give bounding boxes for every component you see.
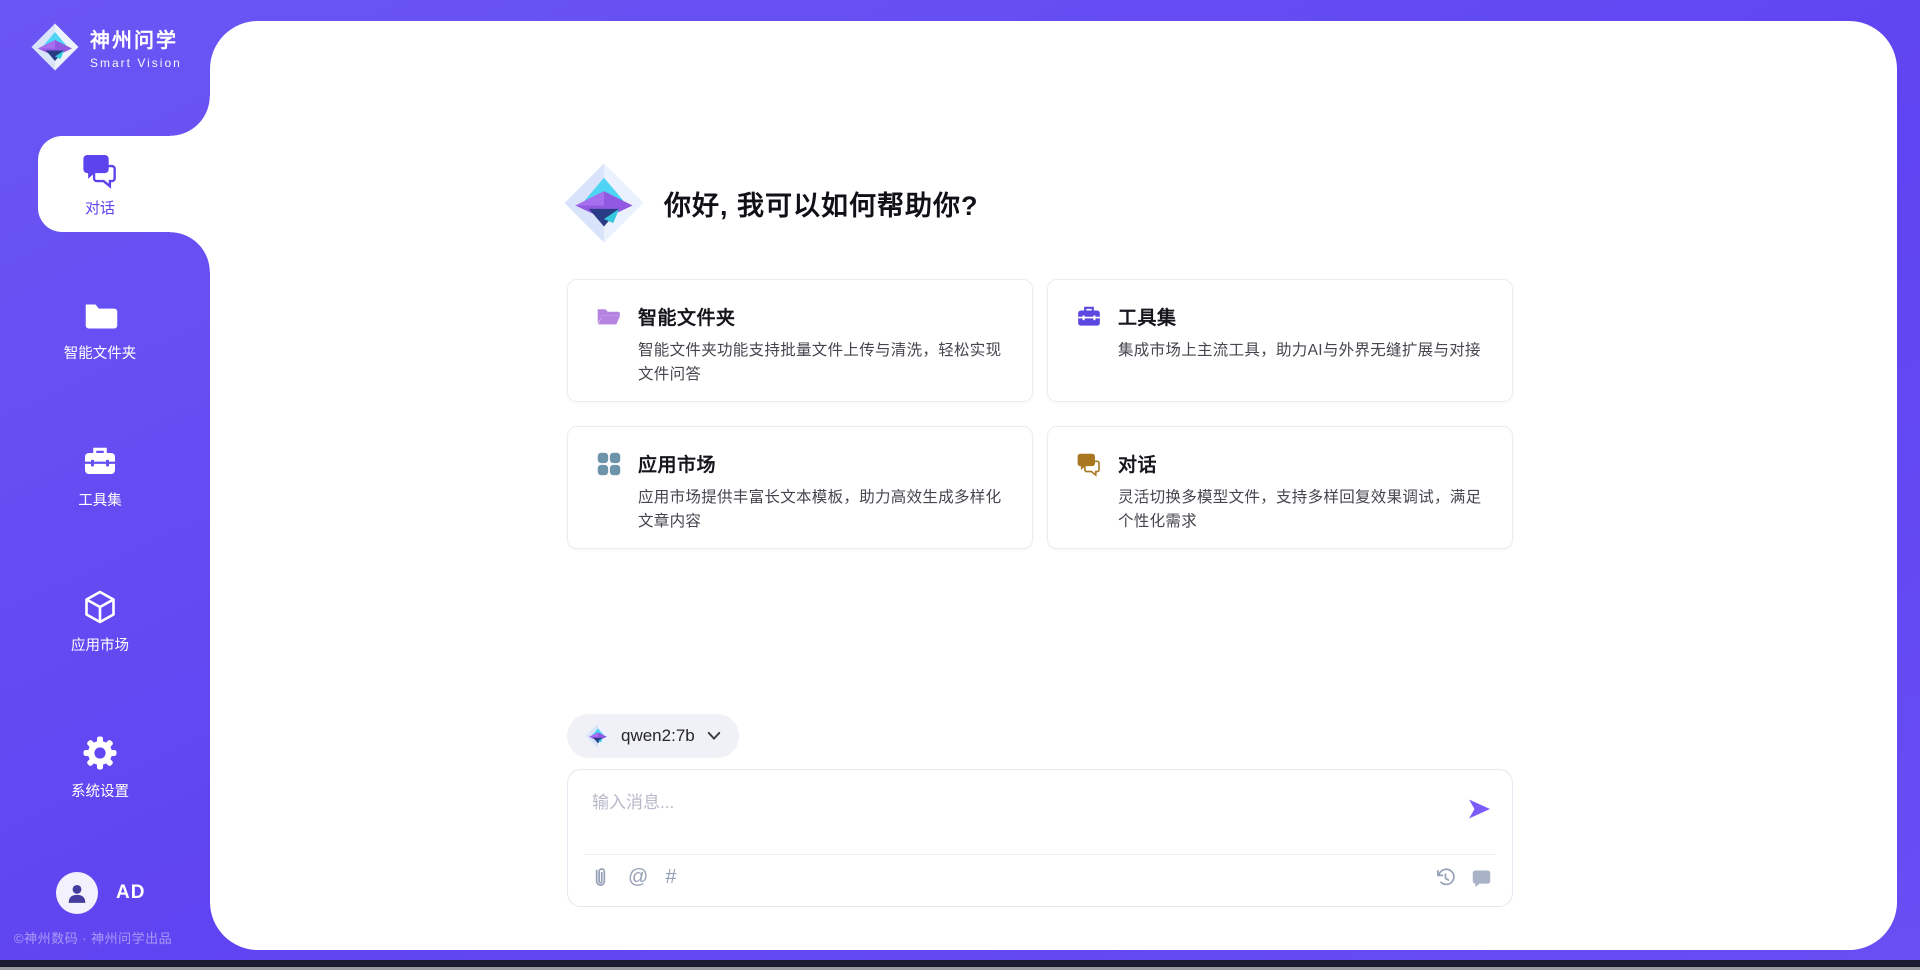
card-title: 应用市场 bbox=[638, 450, 716, 477]
feature-cards: 智能文件夹 智能文件夹功能支持批量文件上传与清洗，轻松实现文件问答 工具集 集成… bbox=[567, 279, 1513, 549]
card-smart-folder[interactable]: 智能文件夹 智能文件夹功能支持批量文件上传与清洗，轻松实现文件问答 bbox=[567, 279, 1033, 402]
attachment-icon[interactable] bbox=[590, 867, 611, 888]
sidebar-item-label: 工具集 bbox=[78, 489, 122, 510]
sidebar-item-label: 智能文件夹 bbox=[64, 342, 137, 363]
folder-open-icon bbox=[596, 304, 622, 330]
folder-icon bbox=[82, 297, 118, 333]
tab-fillet-bottom bbox=[170, 232, 210, 272]
composer-divider bbox=[584, 854, 1496, 855]
app-title: 神州问学 bbox=[90, 24, 182, 53]
send-icon[interactable] bbox=[1466, 796, 1492, 822]
toolbox-icon bbox=[1076, 304, 1102, 330]
sidebar: 神州问学 Smart Vision 对话 智能文件夹 工具集 应用市 bbox=[0, 0, 210, 970]
hashtag-icon[interactable]: # bbox=[665, 867, 676, 888]
card-title: 对话 bbox=[1118, 450, 1157, 477]
history-icon[interactable] bbox=[1435, 867, 1456, 888]
sidebar-item-app-market[interactable]: 应用市场 bbox=[0, 589, 200, 655]
model-selector[interactable]: qwen2:7b bbox=[567, 714, 739, 758]
card-app-market[interactable]: 应用市场 应用市场提供丰富长文本模板，助力高效生成多样化文章内容 bbox=[567, 426, 1033, 549]
brand-diamond-icon bbox=[585, 723, 611, 749]
brand-diamond-icon bbox=[30, 22, 80, 72]
card-description: 灵活切换多模型文件，支持多样回复效果调试，满足个性化需求 bbox=[1118, 486, 1484, 534]
mention-icon[interactable]: @ bbox=[628, 867, 648, 888]
tab-fillet-top bbox=[170, 96, 210, 136]
card-toolset[interactable]: 工具集 集成市场上主流工具，助力AI与外界无缝扩展与对接 bbox=[1047, 279, 1513, 402]
card-description: 智能文件夹功能支持批量文件上传与清洗，轻松实现文件问答 bbox=[638, 339, 1004, 387]
avatar[interactable] bbox=[56, 872, 98, 914]
sidebar-item-label: 对话 bbox=[85, 197, 115, 218]
card-title: 工具集 bbox=[1118, 303, 1177, 330]
chat-icon bbox=[81, 151, 119, 189]
card-title: 智能文件夹 bbox=[638, 303, 736, 330]
user-name: AD bbox=[116, 882, 145, 904]
chevron-down-icon bbox=[707, 731, 721, 741]
card-description: 应用市场提供丰富长文本模板，助力高效生成多样化文章内容 bbox=[638, 486, 1004, 534]
chat-icon bbox=[1076, 451, 1102, 477]
app-logo: 神州问学 Smart Vision bbox=[30, 22, 182, 72]
user-account[interactable]: AD bbox=[56, 872, 145, 914]
main-content-panel: 你好, 我可以如何帮助你? 智能文件夹 智能文件夹功能支持批量文件上传与清洗，轻… bbox=[210, 21, 1897, 950]
brand-diamond-icon bbox=[562, 161, 646, 245]
sidebar-item-chat[interactable]: 对话 bbox=[38, 136, 210, 232]
app-subtitle: Smart Vision bbox=[90, 56, 182, 70]
sidebar-item-smart-folder[interactable]: 智能文件夹 bbox=[0, 297, 200, 363]
sidebar-item-label: 系统设置 bbox=[71, 780, 129, 801]
sidebar-item-settings[interactable]: 系统设置 bbox=[0, 735, 200, 801]
copyright-text: ©神州数码 · 神州问学出品 bbox=[14, 928, 172, 947]
chat-bubble-icon[interactable] bbox=[1471, 867, 1492, 888]
person-icon bbox=[64, 880, 90, 906]
bottom-dark-strip bbox=[0, 960, 1920, 967]
message-composer: @ # bbox=[567, 769, 1513, 907]
gear-icon bbox=[82, 735, 118, 771]
model-name: qwen2:7b bbox=[621, 726, 695, 746]
card-chat[interactable]: 对话 灵活切换多模型文件，支持多样回复效果调试，满足个性化需求 bbox=[1047, 426, 1513, 549]
sidebar-item-toolset[interactable]: 工具集 bbox=[0, 444, 200, 510]
cube-icon bbox=[82, 589, 118, 625]
app-grid-icon bbox=[596, 451, 622, 477]
sidebar-item-label: 应用市场 bbox=[71, 634, 129, 655]
briefcase-icon bbox=[82, 444, 118, 480]
message-input[interactable] bbox=[592, 788, 1432, 846]
card-description: 集成市场上主流工具，助力AI与外界无缝扩展与对接 bbox=[1118, 339, 1484, 363]
greeting-title: 你好, 我可以如何帮助你? bbox=[664, 184, 979, 223]
greeting: 你好, 我可以如何帮助你? bbox=[562, 161, 979, 245]
